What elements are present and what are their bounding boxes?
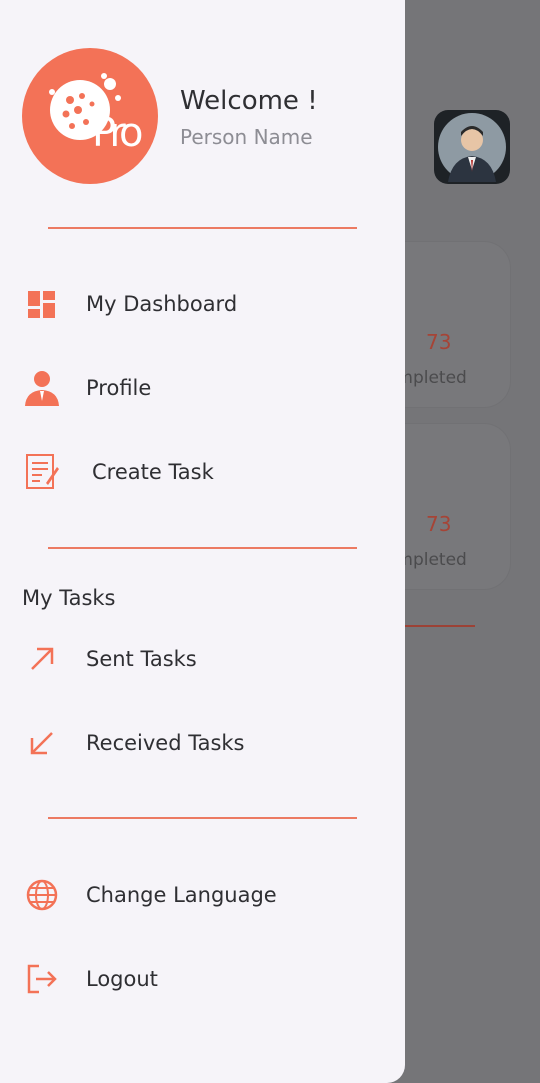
person-avatar-icon (448, 126, 496, 182)
person-icon (22, 368, 62, 408)
section-title-my-tasks: My Tasks (22, 586, 116, 610)
divider (48, 817, 357, 819)
menu-label: Received Tasks (86, 731, 245, 755)
dashboard-icon (22, 284, 62, 324)
app-logo: Pro (22, 48, 158, 184)
navigation-drawer: Pro Welcome ! Person Name My Dashboard P… (0, 0, 405, 1083)
arrow-down-left-icon (22, 723, 62, 763)
user-avatar[interactable] (434, 110, 510, 184)
menu-item-dashboard[interactable]: My Dashboard (0, 274, 405, 334)
welcome-title: Welcome ! (180, 86, 318, 116)
divider (48, 547, 357, 549)
document-edit-icon (22, 452, 62, 492)
background-divider (400, 625, 475, 627)
menu-item-change-language[interactable]: Change Language (0, 865, 405, 925)
globe-icon (22, 875, 62, 915)
menu-item-create-task[interactable]: Create Task (0, 442, 405, 502)
menu-label: Change Language (86, 883, 277, 907)
menu-label: Sent Tasks (86, 647, 197, 671)
stat-value: 73 (426, 330, 452, 354)
menu-label: Profile (86, 376, 152, 400)
menu-label: Create Task (92, 460, 214, 484)
logo-text: Pro (92, 110, 144, 156)
menu-item-logout[interactable]: Logout (0, 949, 405, 1009)
menu-label: My Dashboard (86, 292, 238, 316)
menu-item-sent-tasks[interactable]: Sent Tasks (0, 629, 405, 689)
divider (48, 227, 357, 229)
person-name: Person Name (180, 125, 313, 149)
menu-item-profile[interactable]: Profile (0, 358, 405, 418)
logout-icon (22, 959, 62, 999)
menu-item-received-tasks[interactable]: Received Tasks (0, 713, 405, 773)
stat-value: 73 (426, 512, 452, 536)
menu-label: Logout (86, 967, 158, 991)
arrow-up-right-icon (22, 639, 62, 679)
